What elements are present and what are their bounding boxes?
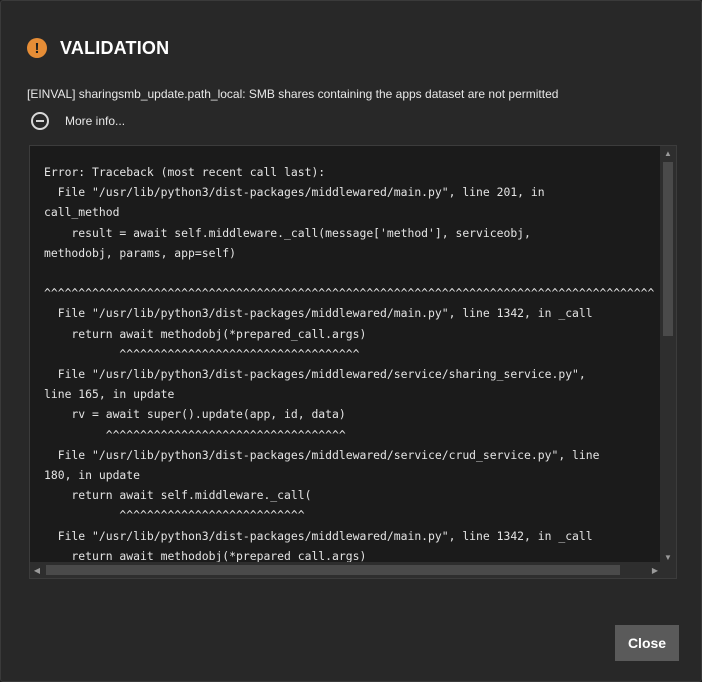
traceback-line: File "/usr/lib/python3/dist-packages/mid… — [44, 185, 545, 200]
traceback-line: line 165, in update — [44, 387, 175, 402]
dialog-header: ! VALIDATION — [27, 37, 169, 59]
collapse-circle-icon[interactable] — [31, 112, 49, 130]
more-info-label[interactable]: More info... — [65, 114, 125, 128]
traceback-line: File "/usr/lib/python3/dist-packages/mid… — [44, 367, 586, 382]
traceback-line: call_method — [44, 205, 120, 220]
horizontal-scrollbar[interactable]: ◀ ▶ — [30, 562, 662, 578]
warning-icon: ! — [27, 38, 47, 58]
traceback-line: return await methodobj(*prepared_call.ar… — [44, 548, 367, 563]
traceback-line: return await self.middleware._call( — [44, 488, 312, 503]
traceback-panel[interactable]: Error: Traceback (most recent call last)… — [29, 145, 677, 579]
scroll-up-arrow-icon[interactable]: ▲ — [660, 146, 676, 160]
more-info-toggle[interactable]: More info... — [31, 112, 125, 130]
scrollbar-corner — [660, 562, 676, 578]
traceback-line: File "/usr/lib/python3/dist-packages/mid… — [44, 306, 593, 321]
dialog-title: VALIDATION — [60, 37, 170, 58]
vertical-scroll-thumb[interactable] — [663, 162, 673, 336]
traceback-line: ^^^^^^^^^^^^^^^^^^^^^^^^^^^^^^^^^^^ — [44, 346, 360, 361]
vertical-scrollbar[interactable]: ▲ ▼ — [660, 146, 676, 564]
scroll-left-arrow-icon[interactable]: ◀ — [30, 562, 44, 578]
traceback-line: rv = await super().update(app, id, data) — [44, 407, 346, 422]
horizontal-scroll-thumb[interactable] — [46, 565, 620, 575]
traceback-line: File "/usr/lib/python3/dist-packages/mid… — [44, 447, 600, 462]
close-button[interactable]: Close — [615, 625, 679, 661]
traceback-line: ^^^^^^^^^^^^^^^^^^^^^^^^^^^^^^^^^^^^^^^^… — [44, 286, 655, 301]
validation-dialog: ! VALIDATION [EINVAL] sharingsmb_update.… — [0, 0, 702, 682]
traceback-line: 180, in update — [44, 468, 141, 483]
traceback-line: ^^^^^^^^^^^^^^^^^^^^^^^^^^^ — [44, 508, 305, 523]
traceback-line: methodobj, params, app=self) — [44, 245, 237, 260]
traceback-line: result = await self.middleware._call(mes… — [44, 225, 531, 240]
traceback-text: Error: Traceback (most recent call last)… — [44, 162, 660, 566]
traceback-line: Error: Traceback (most recent call last)… — [44, 165, 326, 179]
traceback-line: return await methodobj(*prepared_call.ar… — [44, 326, 367, 341]
traceback-line: File "/usr/lib/python3/dist-packages/mid… — [44, 528, 593, 543]
error-message: [EINVAL] sharingsmb_update.path_local: S… — [27, 87, 559, 101]
traceback-line: ^^^^^^^^^^^^^^^^^^^^^^^^^^^^^^^^^^^ — [44, 427, 346, 442]
